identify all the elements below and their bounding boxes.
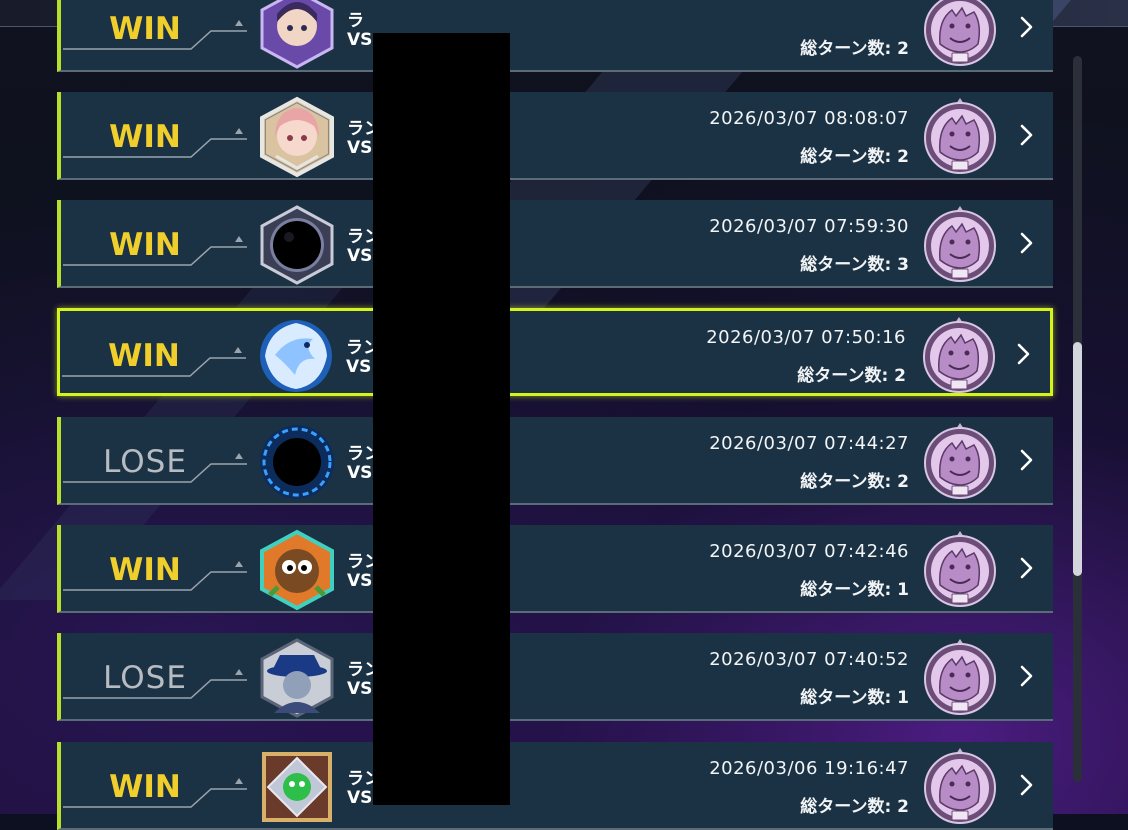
wolf-rank-badge-icon: [924, 0, 996, 66]
match-row[interactable]: WIN ラン VS 2026/03/07 08:08:07 総ターン数: 2: [57, 92, 1053, 180]
total-turns: 総ターン数: 2: [800, 797, 909, 817]
result-label: WIN: [108, 338, 180, 374]
chevron-right-icon[interactable]: [1014, 337, 1034, 371]
vs-label: VS: [347, 463, 373, 483]
result-label: WIN: [109, 227, 181, 263]
green-creature-frame-icon: [262, 752, 332, 822]
chevron-right-icon[interactable]: [1017, 118, 1037, 152]
blue-vortex-icon: [260, 425, 334, 499]
wolf-rank-badge-icon: [923, 317, 995, 393]
vs-label: VS: [347, 30, 373, 50]
wolf-rank-badge-icon: [924, 639, 996, 715]
match-timestamp: 2026/03/07 07:44:27: [709, 433, 909, 454]
match-timestamp: 2026/03/07 07:59:30: [709, 216, 909, 237]
total-turns: 総ターン数: 2: [800, 39, 909, 59]
kuriboh-icon: [260, 529, 334, 611]
opponent-label-prefix: ラ: [347, 11, 364, 31]
match-row[interactable]: WIN ラ VS 総ターン数: 2: [57, 0, 1053, 72]
vs-label: VS: [347, 571, 373, 591]
result-label: WIN: [109, 769, 181, 805]
total-turns: 総ターン数: 3: [800, 255, 909, 275]
chevron-right-icon[interactable]: [1017, 10, 1037, 44]
chevron-right-icon[interactable]: [1017, 226, 1037, 260]
white-dragon-icon: [260, 320, 332, 392]
vs-label: VS: [347, 246, 373, 266]
match-timestamp: 2026/03/07 08:08:07: [709, 108, 909, 129]
total-turns: 総ターン数: 2: [800, 472, 909, 492]
wolf-rank-badge-icon: [924, 423, 996, 499]
anime-girl-purple-icon: [260, 0, 334, 69]
black-orb-icon: [260, 205, 334, 285]
match-row[interactable]: WIN ラン VS 2026/03/06 19:16:47 総ターン数: 2: [57, 742, 1053, 830]
match-row[interactable]: WIN ラン VS 2026/03/07 07:42:46 総ターン数: 1: [57, 525, 1053, 613]
scrollbar-thumb[interactable]: [1073, 342, 1082, 576]
result-label: WIN: [109, 119, 181, 155]
result-label: WIN: [109, 552, 181, 588]
total-turns: 総ターン数: 1: [800, 580, 909, 600]
total-turns: 総ターン数: 2: [797, 366, 906, 386]
result-label: LOSE: [103, 444, 187, 480]
match-row[interactable]: LOSE ラン VS 2026/03/07 07:44:27 総ターン数: 2: [57, 417, 1053, 505]
match-row[interactable]: WIN ラン VS 2026/03/07 07:59:30 総ターン数: 3: [57, 200, 1053, 288]
match-timestamp: 2026/03/06 19:16:47: [709, 758, 909, 779]
match-row[interactable]: WIN ラン VS 2026/03/07 07:50:16 総ターン数: 2: [57, 308, 1053, 396]
vs-label: VS: [346, 357, 372, 377]
match-timestamp: 2026/03/07 07:50:16: [706, 327, 906, 348]
chevron-right-icon[interactable]: [1017, 768, 1037, 802]
result-label: WIN: [109, 11, 181, 47]
match-timestamp: 2026/03/07 07:42:46: [709, 541, 909, 562]
total-turns: 総ターン数: 1: [800, 688, 909, 708]
chevron-right-icon[interactable]: [1017, 659, 1037, 693]
vs-label: VS: [347, 138, 373, 158]
wolf-rank-badge-icon: [924, 206, 996, 282]
total-turns: 総ターン数: 2: [800, 147, 909, 167]
chevron-right-icon[interactable]: [1017, 443, 1037, 477]
match-timestamp: 2026/03/07 07:40:52: [709, 649, 909, 670]
chevron-right-icon[interactable]: [1017, 551, 1037, 585]
result-label: LOSE: [103, 660, 187, 696]
wolf-rank-badge-icon: [924, 98, 996, 174]
match-row[interactable]: LOSE ラン VS 2026/03/07 07:40:52 総ターン数: 1: [57, 633, 1053, 721]
redacted-area: [373, 33, 510, 805]
vs-label: VS: [347, 679, 373, 699]
anime-girl-pink-icon: [260, 96, 334, 178]
vs-label: VS: [347, 788, 373, 808]
hat-character-icon: [260, 638, 334, 718]
wolf-rank-badge-icon: [924, 748, 996, 824]
wolf-rank-badge-icon: [924, 531, 996, 607]
